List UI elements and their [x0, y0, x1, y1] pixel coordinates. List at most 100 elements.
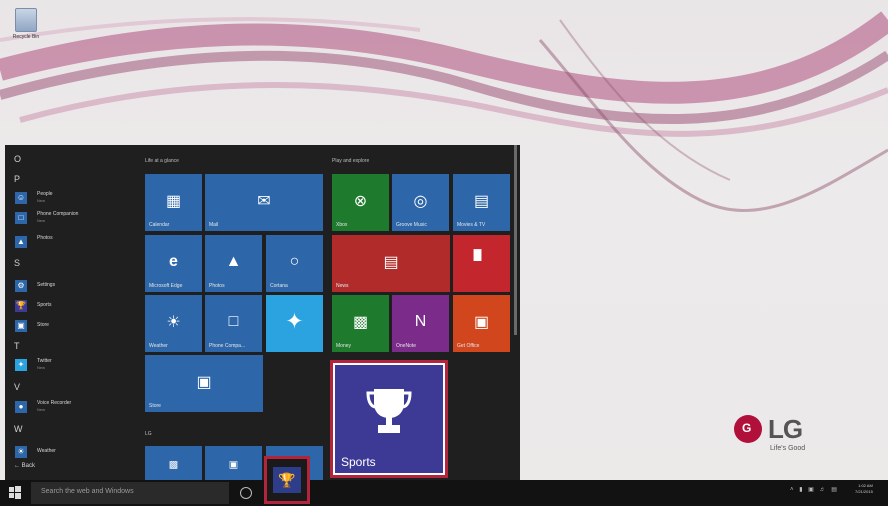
tile-label: Phone Compa...: [209, 343, 246, 349]
taskbar-sports-button[interactable]: 🏆: [264, 456, 310, 504]
tile-lg-app-2[interactable]: ▣: [205, 446, 262, 480]
music-disc-icon: ◎: [413, 192, 428, 210]
start-button[interactable]: [8, 485, 22, 499]
tile-label: Mail: [209, 222, 219, 228]
gear-icon: ⚙: [15, 280, 27, 292]
tile-label: Groove Music: [396, 222, 427, 228]
tile-xbox[interactable]: ⊗ Xbox: [332, 174, 389, 231]
tile-photos[interactable]: ▲ Photos: [205, 235, 262, 292]
app-item-photos[interactable]: ▲ Photos: [15, 235, 135, 251]
app-item-twitter[interactable]: ✦ Twitter New: [15, 358, 135, 374]
network-icon[interactable]: ▣: [808, 487, 816, 493]
tile-calendar[interactable]: ▦ Calendar: [145, 174, 202, 231]
chart-icon: ▩: [352, 313, 369, 331]
app-name: Settings: [37, 282, 56, 288]
group-header-lg[interactable]: LG: [145, 431, 152, 437]
flipboard-icon: ▘: [473, 250, 490, 273]
app-name: Phone Companion: [37, 211, 79, 217]
onenote-icon: N: [414, 312, 427, 330]
app-name: Weather: [37, 448, 56, 454]
tile-label: Cortana: [270, 283, 288, 289]
photos-icon: ▲: [225, 252, 242, 270]
tile-movies-tv[interactable]: ▤ Movies & TV: [453, 174, 510, 231]
tile-label: Calendar: [149, 222, 170, 228]
app-status: New: [37, 365, 46, 370]
app-item-weather[interactable]: ☀ Weather: [15, 445, 135, 461]
app-item-phone-companion[interactable]: □ Phone Companion New: [15, 211, 135, 227]
app-status: New: [37, 407, 46, 412]
app-list-letter[interactable]: P: [14, 174, 20, 184]
back-button[interactable]: ← Back: [14, 463, 35, 469]
volume-icon[interactable]: ♬: [820, 487, 828, 493]
tile-groove-music[interactable]: ◎ Groove Music: [392, 174, 449, 231]
app-list-letter[interactable]: W: [14, 424, 23, 434]
tile-store[interactable]: ▣ Store: [145, 355, 263, 412]
tile-onenote[interactable]: N OneNote: [392, 295, 449, 352]
tile-mail[interactable]: ✉ Mail: [205, 174, 323, 231]
app-list: O P ☺ People New □ Phone Companion New ▲…: [5, 145, 140, 480]
chevron-up-icon[interactable]: ˄: [790, 487, 796, 493]
search-placeholder: Search the web and Windows: [41, 488, 134, 495]
group-header-play[interactable]: Play and explore: [332, 158, 369, 164]
app-item-sports[interactable]: 🏆 Sports: [15, 299, 135, 315]
tile-label: Movies & TV: [457, 222, 486, 228]
tile-label: News: [336, 283, 349, 289]
office-icon: ▣: [473, 313, 490, 331]
tile-label: Get Office: [457, 343, 480, 349]
clapperboard-icon: ▤: [473, 192, 490, 210]
tile-lg-app-1[interactable]: ▩: [145, 446, 202, 480]
app-list-letter[interactable]: T: [14, 341, 20, 351]
tile-twitter[interactable]: ✦: [266, 295, 323, 352]
app-item-voice-recorder[interactable]: ● Voice Recorder New: [15, 400, 135, 416]
taskbar-clock[interactable]: 1:02 AM 7/21/2015: [855, 483, 873, 495]
app-name: Store: [37, 322, 49, 328]
tile-label: Money: [336, 343, 352, 349]
recycle-bin-icon: [15, 8, 37, 32]
tile-get-office[interactable]: ▣ Get Office: [453, 295, 510, 352]
clock-date: 7/21/2015: [855, 489, 873, 494]
app-status: New: [37, 218, 46, 223]
cortana-icon: ○: [289, 252, 300, 270]
weather-icon: ☀: [15, 446, 27, 458]
tile-label: Microsoft Edge: [149, 283, 183, 289]
system-tray[interactable]: ˄ ▮ ▣ ♬ ▤: [790, 486, 839, 493]
sun-icon: ☀: [166, 313, 181, 331]
search-input[interactable]: Search the web and Windows: [31, 482, 229, 504]
tile-phone-companion[interactable]: □ Phone Compa...: [205, 295, 262, 352]
app-list-letter[interactable]: O: [14, 154, 21, 164]
xbox-icon: ⊗: [353, 192, 368, 210]
store-icon: ▣: [15, 320, 27, 332]
recycle-bin[interactable]: Recycle Bin: [6, 8, 46, 40]
tile-cortana[interactable]: ○ Cortana: [266, 235, 323, 292]
tile-flipboard[interactable]: ▘: [453, 235, 510, 292]
task-view-icon[interactable]: [240, 487, 252, 499]
lg-app-icon: ▣: [228, 459, 239, 471]
tile-label: Store: [149, 403, 161, 409]
app-list-letter[interactable]: S: [14, 258, 20, 268]
app-name: Photos: [37, 235, 53, 241]
notifications-icon[interactable]: ▤: [831, 487, 839, 493]
tile-edge[interactable]: e Microsoft Edge: [145, 235, 202, 292]
tile-weather[interactable]: ☀ Weather: [145, 295, 202, 352]
start-scrollbar[interactable]: [514, 145, 517, 335]
battery-icon[interactable]: ▮: [799, 487, 804, 493]
tile-money[interactable]: ▩ Money: [332, 295, 389, 352]
app-status: New: [37, 198, 46, 203]
news-icon: ▤: [383, 253, 399, 271]
app-item-store[interactable]: ▣ Store: [15, 319, 135, 335]
mail-icon: ✉: [257, 192, 271, 210]
calendar-icon: ▦: [165, 192, 182, 210]
group-header-life[interactable]: Life at a glance: [145, 158, 179, 164]
app-list-letter[interactable]: V: [14, 382, 20, 392]
lg-slogan: Life's Good: [770, 445, 806, 452]
phone-icon: □: [228, 312, 239, 330]
app-item-people[interactable]: ☺ People New: [15, 191, 135, 207]
tile-news[interactable]: ▤ News: [332, 235, 450, 292]
app-item-settings[interactable]: ⚙ Settings: [15, 279, 135, 295]
back-label: Back: [21, 463, 36, 469]
highlighted-sports-tile[interactable]: Sports: [330, 360, 448, 478]
recycle-bin-label: Recycle Bin: [12, 34, 40, 40]
twitter-icon: ✦: [15, 359, 27, 371]
people-icon: ☺: [15, 192, 27, 204]
tile-label: OneNote: [396, 343, 417, 349]
